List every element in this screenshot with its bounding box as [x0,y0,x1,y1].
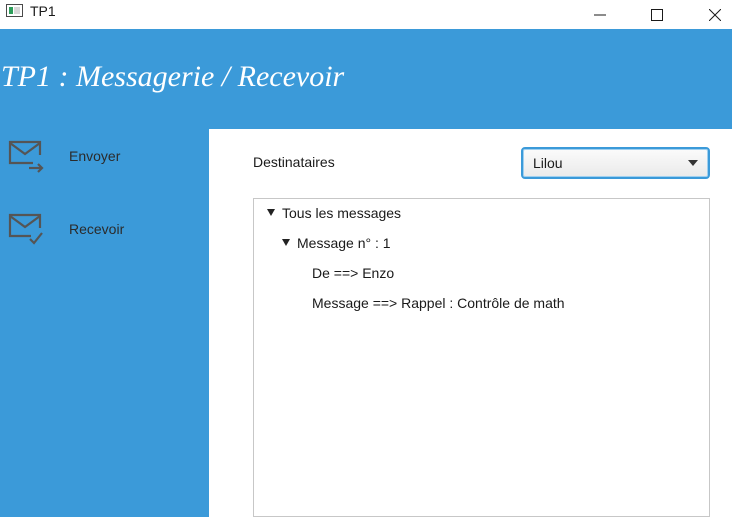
close-icon [709,8,721,21]
minimize-button[interactable] [577,0,623,29]
main-panel: Destinataires Lilou Tous les messages Me… [209,129,732,517]
maximize-button[interactable] [634,0,680,29]
app-icon [6,4,23,17]
mail-received-icon [8,213,43,245]
tree-item-label: De ==> Enzo [312,265,395,281]
header-banner: TP1 : Messagerie / Recevoir [0,29,732,129]
tree-item-message[interactable]: Message n° : 1 [282,235,391,257]
tree-item-body[interactable]: Message ==> Rappel : Contrôle de math [312,295,565,317]
window-titlebar: TP1 [0,0,732,29]
sidebar-item-label: Envoyer [69,148,121,164]
sidebar-item-label: Recevoir [69,221,125,237]
mail-send-icon [8,140,44,173]
sidebar: Envoyer Recevoir [0,129,209,517]
messages-tree[interactable]: Tous les messages Message n° : 1 De ==> … [253,198,710,517]
maximize-icon [651,8,663,21]
recipient-select-value: Lilou [533,155,563,171]
tree-item-from[interactable]: De ==> Enzo [312,265,394,287]
expand-arrow-icon[interactable] [267,209,275,216]
tree-item-all-messages[interactable]: Tous les messages [267,205,401,227]
page-title: TP1 : Messagerie / Recevoir [1,60,345,93]
sidebar-item-recevoir[interactable]: Recevoir [0,206,209,256]
tree-item-label: Message ==> Rappel : Contrôle de math [312,295,565,311]
expand-arrow-icon[interactable] [282,239,290,246]
sidebar-item-envoyer[interactable]: Envoyer [0,133,209,183]
chevron-down-icon [688,160,698,166]
window-title: TP1 [30,3,56,19]
tree-item-label: Tous les messages [282,205,402,221]
close-button[interactable] [692,0,732,29]
minimize-icon [594,14,606,15]
recipients-label: Destinataires [253,154,335,170]
recipient-select[interactable]: Lilou [521,147,710,179]
tree-item-label: Message n° : 1 [297,235,391,251]
